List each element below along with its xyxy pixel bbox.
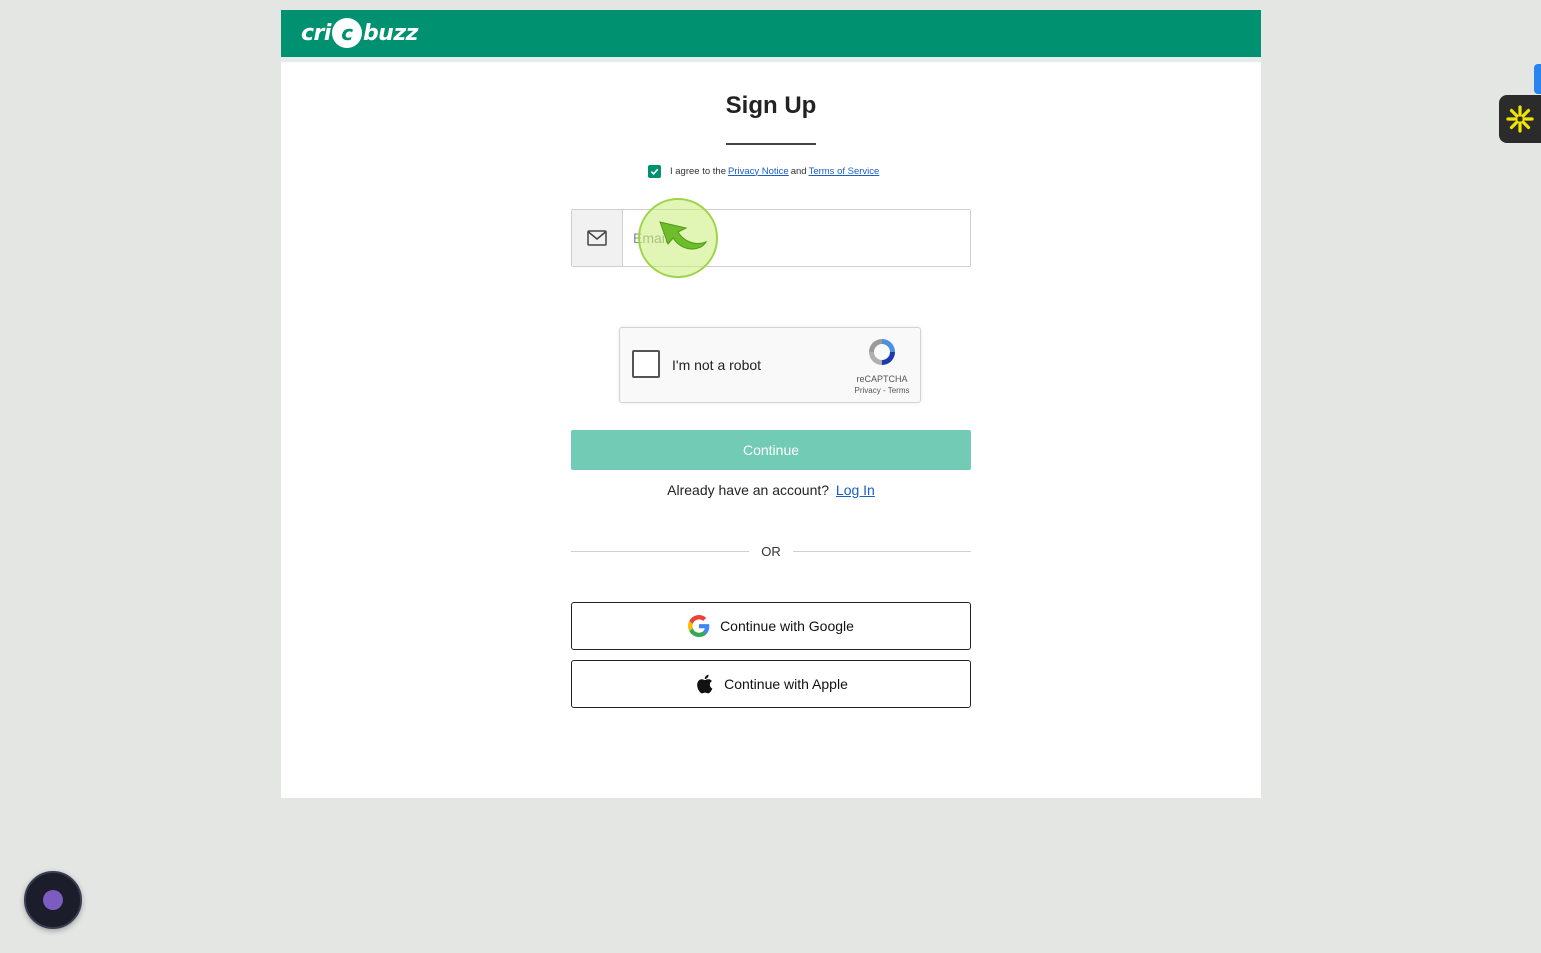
- logo-text-post: buzz: [362, 20, 419, 46]
- envelope-icon: [587, 230, 607, 246]
- have-account-row: Already have an account? Log In: [281, 482, 1261, 498]
- side-notification-tab[interactable]: [1534, 64, 1541, 94]
- continue-button[interactable]: Continue: [571, 430, 971, 470]
- side-widget-button[interactable]: [1499, 95, 1541, 143]
- terms-of-service-link[interactable]: Terms of Service: [809, 166, 880, 177]
- record-button[interactable]: [24, 871, 82, 929]
- cricbuzz-logo[interactable]: cri c buzz: [301, 17, 418, 49]
- login-link[interactable]: Log In: [836, 482, 875, 498]
- recaptcha-label: I'm not a robot: [672, 357, 762, 373]
- recaptcha-logo: reCAPTCHA Privacy - Terms: [852, 336, 912, 395]
- google-icon: [688, 615, 710, 637]
- recaptcha-icon: [869, 339, 895, 365]
- email-icon-box: [572, 210, 623, 266]
- google-signin-button[interactable]: Continue with Google: [571, 602, 971, 650]
- agree-and-text: and: [790, 165, 807, 177]
- recaptcha-checkbox[interactable]: [632, 350, 660, 378]
- or-line-right: [792, 550, 971, 552]
- record-dot-icon: [43, 890, 63, 910]
- logo-text-pre: cri: [301, 20, 331, 46]
- recaptcha-terms-link[interactable]: Terms: [888, 386, 910, 395]
- signup-card: Sign Up I agree to the Privacy Notice an…: [281, 62, 1261, 798]
- title-underline: [726, 143, 816, 145]
- cursor-arrow-icon: [659, 221, 708, 250]
- email-field-group: [571, 209, 971, 267]
- recaptcha-links: Privacy - Terms: [852, 386, 912, 395]
- page-title: Sign Up: [725, 92, 817, 119]
- recaptcha-privacy-link[interactable]: Privacy: [855, 386, 881, 395]
- agree-text: I agree to the: [670, 165, 726, 177]
- or-divider: OR: [571, 543, 971, 559]
- or-text: OR: [761, 543, 781, 559]
- site-header: cri c buzz: [281, 10, 1261, 57]
- apple-icon: [694, 673, 714, 695]
- apple-signin-button[interactable]: Continue with Apple: [571, 660, 971, 708]
- recaptcha-brand: reCAPTCHA: [856, 374, 908, 384]
- or-line-left: [571, 550, 750, 552]
- checkmark-icon: [650, 168, 659, 175]
- privacy-notice-link[interactable]: Privacy Notice: [728, 166, 789, 177]
- apple-button-label: Continue with Apple: [724, 676, 848, 692]
- asterisk-icon: [1506, 105, 1534, 133]
- recaptcha-widget: I'm not a robot reCAPTCHA Privacy - Term…: [619, 327, 921, 403]
- recaptcha-separator: -: [882, 386, 886, 395]
- agree-row: I agree to the Privacy Notice and Terms …: [648, 163, 908, 179]
- google-button-label: Continue with Google: [720, 618, 854, 634]
- have-account-text: Already have an account?: [667, 482, 830, 498]
- logo-ball: c: [331, 18, 362, 48]
- agree-checkbox[interactable]: [648, 164, 661, 178]
